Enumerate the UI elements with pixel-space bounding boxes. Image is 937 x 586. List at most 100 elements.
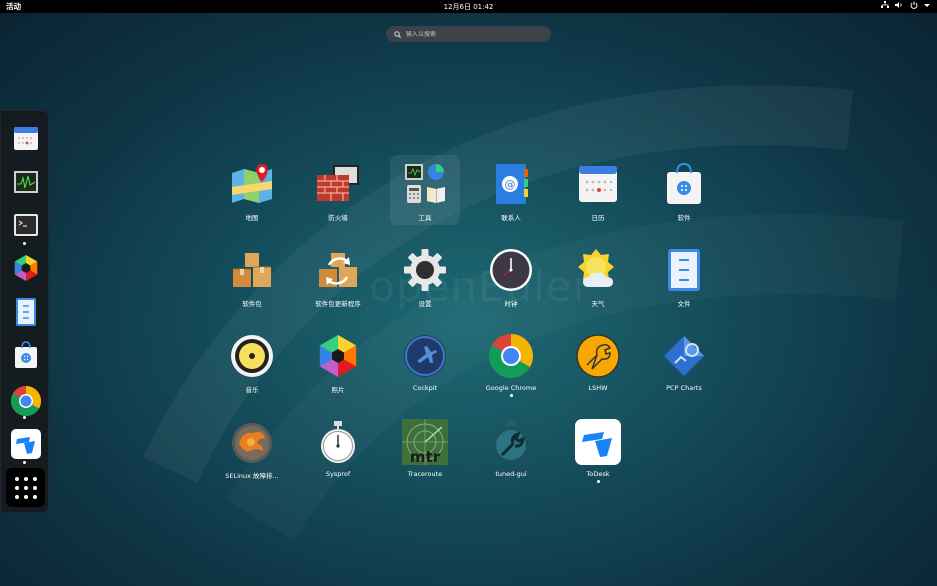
show-applications-button[interactable] (6, 468, 45, 507)
app-lshw[interactable]: LSHW (563, 327, 633, 397)
app-label: 天气 (591, 300, 605, 308)
app-pcp-charts[interactable]: PCP Charts (649, 327, 719, 397)
traceroute-icon: mtr (402, 419, 448, 465)
software-icon (14, 340, 37, 368)
package-updater-icon (319, 253, 357, 287)
app-cockpit[interactable]: Cockpit (390, 327, 460, 397)
app-label: 软件包 (242, 300, 262, 308)
app-label: 防火墙 (328, 214, 348, 222)
dash-todesk[interactable] (7, 425, 44, 462)
search-input[interactable] (406, 30, 546, 38)
todesk-icon (10, 428, 41, 459)
app-label: 软件包更新程序 (315, 300, 361, 308)
app-packages[interactable]: 软件包 (217, 241, 287, 311)
system-tray[interactable] (881, 1, 930, 9)
pcp-charts-icon (664, 336, 704, 376)
app-weather[interactable]: 天气 (563, 241, 633, 311)
app-label: Traceroute (407, 470, 443, 478)
app-photos[interactable]: 照片 (303, 327, 373, 397)
app-files[interactable]: 文件 (649, 241, 719, 311)
svg-text:mtr: mtr (410, 448, 441, 465)
power-icon[interactable] (910, 1, 918, 9)
search-box[interactable] (386, 26, 551, 42)
app-calendar[interactable]: 日历 (563, 155, 633, 225)
calendar-icon (13, 126, 38, 150)
app-label: 设置 (418, 300, 432, 308)
music-icon (231, 335, 273, 377)
app-label: 文件 (677, 300, 691, 308)
search-icon (394, 30, 401, 38)
svg-text:@: @ (505, 178, 516, 191)
grid-dot (23, 485, 28, 490)
app-maps[interactable]: 地图 (217, 155, 287, 225)
app-tuned-gui[interactable]: tuned-gui (476, 413, 546, 483)
running-indicator (23, 461, 26, 464)
utilities-folder-icon (405, 164, 445, 203)
dash-google-chrome[interactable] (7, 382, 44, 419)
volume-icon[interactable] (895, 1, 904, 9)
terminal-icon (13, 213, 38, 236)
grid-dot (14, 494, 19, 499)
app-label: Sysprof (325, 470, 351, 478)
app-label: SELinux 故障排... (225, 472, 279, 480)
app-sysprof[interactable]: Sysprof (303, 413, 373, 483)
app-google-chrome[interactable]: Google Chrome (476, 327, 546, 397)
contacts-icon: @ (496, 164, 528, 204)
app-label: 联系人 (501, 214, 521, 222)
network-icon[interactable] (881, 1, 889, 9)
app-todesk[interactable]: ToDesk (563, 413, 633, 483)
dash-calendar[interactable] (7, 119, 44, 156)
photos-icon (14, 254, 37, 281)
app-label: PCP Charts (666, 384, 702, 392)
selinux-icon (232, 423, 272, 463)
grid-dot (23, 476, 28, 481)
grid-dot (32, 494, 37, 499)
app-label: LSHW (588, 384, 608, 392)
dash-system-monitor[interactable] (7, 163, 44, 200)
running-indicator (596, 480, 600, 483)
calendar-icon (579, 166, 617, 202)
software-icon (667, 162, 701, 204)
app-firewall[interactable]: 防火墙 (303, 155, 373, 225)
todesk-icon (575, 419, 621, 465)
app-selinux-troubleshooter[interactable]: SELinux 故障排... (217, 413, 287, 483)
maps-icon (232, 164, 272, 203)
dash-terminal[interactable] (7, 206, 44, 243)
cockpit-icon (404, 335, 446, 377)
top-bar: 活动 12月6日 01:42 (0, 0, 937, 13)
chrome-icon (489, 334, 533, 378)
grid-dot (32, 485, 37, 490)
firewall-icon (317, 165, 359, 201)
chevron-down-icon[interactable] (924, 2, 930, 8)
app-label: 音乐 (245, 386, 259, 394)
running-indicator (23, 416, 26, 419)
app-clock[interactable]: 时钟 (476, 241, 546, 311)
app-software[interactable]: 软件 (649, 155, 719, 225)
app-label: 时钟 (504, 300, 518, 308)
app-label: 软件 (677, 214, 691, 222)
grid-dot (23, 494, 28, 499)
app-settings[interactable]: 设置 (390, 241, 460, 311)
app-label: tuned-gui (495, 470, 527, 478)
dash-photos[interactable] (7, 249, 44, 286)
app-package-updater[interactable]: 软件包更新程序 (303, 241, 373, 311)
app-folder-utilities[interactable]: 工具 (390, 155, 460, 225)
dash-software[interactable] (7, 336, 44, 373)
clock-icon (490, 249, 532, 291)
dash-files[interactable] (7, 293, 44, 330)
app-music[interactable]: 音乐 (217, 327, 287, 397)
app-label: Cockpit (412, 384, 438, 392)
packages-icon (233, 253, 271, 287)
app-label: 工具 (418, 214, 432, 222)
chrome-icon (10, 385, 41, 416)
files-icon (15, 297, 36, 326)
app-traceroute[interactable]: mtr Traceroute (390, 413, 460, 483)
system-monitor-icon (13, 170, 38, 193)
tuned-gui-icon (493, 421, 529, 463)
grid-dot (32, 476, 37, 481)
app-contacts[interactable]: @ 联系人 (476, 155, 546, 225)
settings-icon (404, 249, 446, 291)
clock[interactable]: 12月6日 01:42 (0, 2, 937, 12)
dash (0, 110, 49, 513)
photos-icon (319, 335, 357, 377)
